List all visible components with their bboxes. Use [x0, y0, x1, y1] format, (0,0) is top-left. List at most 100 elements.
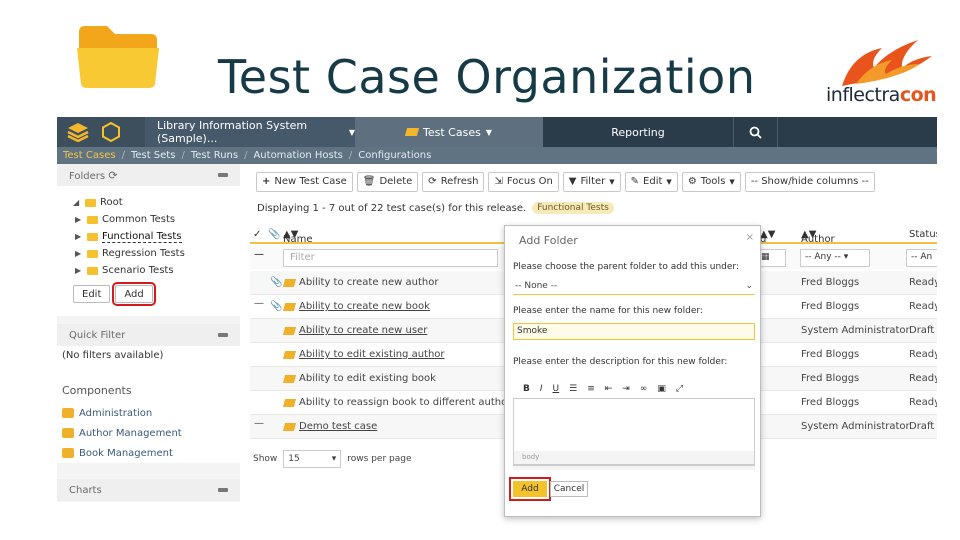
- subnav-test-sets[interactable]: Test Sets: [131, 150, 176, 161]
- refresh-button[interactable]: ⟳ Refresh: [422, 171, 485, 192]
- column-name[interactable]: Name ▲▼: [283, 229, 313, 245]
- caret-right-icon[interactable]: ▶: [75, 266, 83, 275]
- tab-test-cases[interactable]: Test Cases ▼: [355, 117, 543, 147]
- collapse-icon[interactable]: [218, 333, 228, 337]
- quick-filter-title: Quick Filter: [69, 329, 126, 341]
- column-author[interactable]: Author ▲▼: [801, 229, 835, 245]
- rows-per-page-select[interactable]: 15 ▾: [283, 450, 342, 468]
- show-hide-columns-select[interactable]: -- Show/hide columns --: [744, 171, 875, 192]
- test-case-author: System Administrator: [801, 325, 910, 336]
- folders-label: Folders: [69, 170, 106, 182]
- component-label: Author Management: [79, 427, 182, 439]
- filter-button[interactable]: ▼ Filter ▼: [562, 171, 621, 192]
- caret-right-icon[interactable]: ▶: [75, 249, 83, 258]
- edit-folder-button[interactable]: Edit: [73, 285, 111, 303]
- component-label: Book Management: [79, 447, 173, 459]
- folder-name-input[interactable]: Smoke: [513, 323, 755, 340]
- toolbar: + New Test Case 🗑 Delete ⟳ Refresh ⇲ Focus O…: [250, 164, 937, 194]
- link-icon[interactable]: ∞: [640, 384, 648, 394]
- refresh-icon[interactable]: ⟳: [108, 169, 117, 182]
- bold-icon[interactable]: B: [523, 384, 530, 394]
- checkbox-icon[interactable]: ✓: [253, 229, 261, 240]
- app-window: Library Information System (Sample)... ▼ …: [57, 117, 937, 502]
- italic-icon[interactable]: I: [540, 384, 543, 394]
- test-case-name[interactable]: Ability to create new user: [299, 325, 427, 336]
- test-case-name[interactable]: Ability to edit existing book: [299, 373, 436, 384]
- test-case-status: Ready: [909, 301, 937, 312]
- parent-folder-select[interactable]: -- None -- ⌄: [513, 280, 755, 295]
- new-test-case-button[interactable]: + New Test Case: [256, 171, 353, 192]
- delete-label: Delete: [379, 176, 413, 187]
- caret-right-icon[interactable]: ▶: [75, 232, 83, 241]
- tools-button[interactable]: ⚙ Tools ▼: [681, 171, 741, 192]
- test-case-name[interactable]: Demo test case: [299, 421, 377, 432]
- subnav-configurations[interactable]: Configurations: [358, 150, 431, 161]
- sidebar: Folders ⟳ ◢ Root ▶ Common Tests ▶ Functiona…: [57, 164, 240, 502]
- folder-tree: ◢ Root ▶ Common Tests ▶ Functional Tests ▶ R…: [57, 186, 240, 316]
- refresh-label: Refresh: [440, 176, 479, 187]
- test-case-name[interactable]: Ability to create new author: [299, 277, 438, 288]
- add-button[interactable]: Add: [509, 477, 551, 501]
- edit-icon: ✎: [630, 176, 640, 187]
- test-case-status: Draft: [909, 325, 935, 336]
- chevron-down-icon: ▼: [729, 177, 735, 186]
- author-filter-select[interactable]: -- Any -- ▾: [800, 249, 870, 267]
- test-case-icon: [282, 423, 297, 431]
- numbered-list-icon[interactable]: ≡: [587, 384, 595, 394]
- editor-toolbar: B I U ☰ ≡ ⇤ ⇥ ∞ ▣ ⤢: [513, 381, 755, 397]
- status-filter-select[interactable]: -- An: [906, 249, 937, 267]
- chevron-down-icon: ⌄: [745, 281, 753, 291]
- chevron-down-icon: ▼: [666, 177, 672, 186]
- tab-reporting[interactable]: Reporting: [543, 117, 733, 147]
- caret-right-icon[interactable]: ▶: [75, 215, 83, 224]
- name-filter-input[interactable]: Filter: [283, 249, 498, 267]
- caret-down-icon[interactable]: ◢: [73, 198, 81, 207]
- editor-status-bar: body: [513, 451, 755, 465]
- underline-icon[interactable]: U: [553, 384, 560, 394]
- test-case-author: Fred Bloggs: [801, 277, 860, 288]
- collapse-icon[interactable]: [218, 488, 228, 492]
- cancel-button[interactable]: Cancel: [550, 481, 588, 497]
- app-logo[interactable]: [57, 117, 145, 147]
- subnav-automation-hosts[interactable]: Automation Hosts: [253, 150, 342, 161]
- indent-icon[interactable]: ⇥: [622, 384, 630, 394]
- subnav-test-cases[interactable]: Test Cases: [63, 150, 116, 161]
- add-folder-button[interactable]: Add: [112, 282, 156, 306]
- focus-on-button[interactable]: ⇲ Focus On: [488, 171, 559, 192]
- rows-per-page-label: rows per page: [347, 454, 412, 464]
- parent-folder-value: -- None --: [515, 281, 558, 291]
- subnav-test-runs[interactable]: Test Runs: [191, 150, 238, 161]
- component-item-book-management[interactable]: Book Management: [62, 443, 240, 463]
- tree-item-common-tests[interactable]: ▶ Common Tests: [73, 211, 240, 228]
- test-case-name[interactable]: Ability to create new book: [299, 301, 430, 312]
- tree-item-regression-tests[interactable]: ▶ Regression Tests: [73, 245, 240, 262]
- edit-button[interactable]: ✎ Edit ▼: [624, 171, 678, 192]
- filter-label: Filter: [580, 176, 606, 187]
- close-icon[interactable]: ×: [746, 232, 754, 243]
- column-date[interactable]: d ▲▼: [760, 229, 775, 245]
- attachment-icon: 📎: [270, 277, 283, 288]
- author-filter-value: -- Any --: [805, 252, 841, 262]
- test-case-name[interactable]: Ability to reassign book to different au…: [299, 397, 511, 408]
- project-selector[interactable]: Library Information System (Sample)... ▼: [145, 117, 355, 147]
- image-icon[interactable]: ▣: [657, 384, 666, 394]
- charts-title: Charts: [69, 484, 102, 496]
- component-item-author-management[interactable]: Author Management: [62, 423, 240, 443]
- tree-item-functional-tests[interactable]: ▶ Functional Tests: [73, 228, 240, 245]
- folder-icon: [87, 249, 98, 258]
- tree-item-root[interactable]: ◢ Root: [73, 194, 240, 211]
- folder-filter-chip[interactable]: Functional Tests: [532, 202, 614, 214]
- bullet-list-icon[interactable]: ☰: [569, 384, 577, 394]
- column-status[interactable]: Status: [909, 229, 937, 240]
- brand-suffix: con: [899, 84, 937, 106]
- component-item-administration[interactable]: Administration: [62, 403, 240, 423]
- delete-button[interactable]: 🗑 Delete: [356, 171, 419, 192]
- test-case-name[interactable]: Ability to edit existing author: [299, 349, 445, 360]
- collapse-icon[interactable]: [218, 173, 228, 177]
- outdent-icon[interactable]: ⇤: [605, 384, 613, 394]
- fullscreen-icon[interactable]: ⤢: [676, 384, 683, 394]
- tree-item-scenario-tests[interactable]: ▶ Scenario Tests: [73, 262, 240, 279]
- search-button[interactable]: [733, 117, 777, 147]
- nav-spacer: [777, 117, 937, 147]
- focus-label: Focus On: [506, 176, 553, 187]
